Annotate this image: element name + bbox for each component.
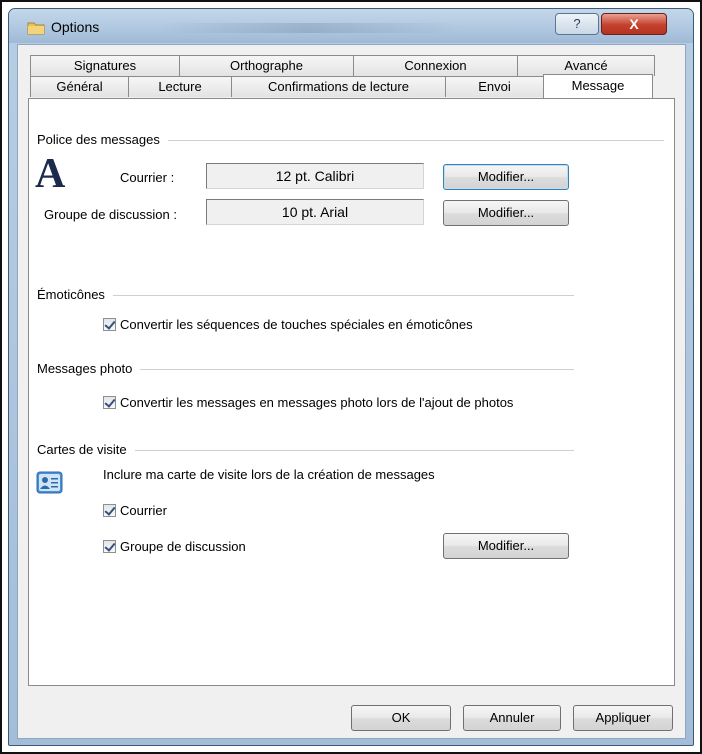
business-card-icon bbox=[36, 471, 63, 494]
tab-lecture[interactable]: Lecture bbox=[128, 76, 232, 97]
title-bar-glass bbox=[159, 23, 459, 33]
message-tab-panel: Police des messages A Courrier : 12 pt. … bbox=[28, 98, 675, 686]
vcard-description: Inclure ma carte de visite lors de la cr… bbox=[103, 467, 435, 482]
tab-connexion[interactable]: Connexion bbox=[353, 55, 518, 76]
modify-mail-font-label: Modifier... bbox=[477, 169, 535, 184]
modify-news-font-button[interactable]: Modifier... bbox=[443, 200, 569, 226]
photo-group-title: Messages photo bbox=[37, 361, 141, 376]
title-bar[interactable]: Options ? X bbox=[9, 9, 693, 43]
font-icon: A bbox=[35, 151, 66, 197]
cancel-label: Annuler bbox=[489, 710, 535, 725]
dialog-client-area: Signatures Orthographe Connexion Avancé … bbox=[17, 44, 686, 739]
modify-news-font-label: Modifier... bbox=[477, 205, 535, 220]
modify-vcard-button[interactable]: Modifier... bbox=[443, 533, 569, 559]
options-dialog: Options ? X Signatures Orthographe Conne… bbox=[8, 8, 694, 746]
mail-font-label: Courrier : bbox=[120, 170, 175, 185]
folder-icon bbox=[27, 22, 45, 35]
vcard-mail-checkbox[interactable] bbox=[103, 504, 116, 517]
vcard-mail-label[interactable]: Courrier bbox=[120, 503, 167, 518]
tab-signatures[interactable]: Signatures bbox=[30, 55, 180, 76]
photo-checkbox[interactable] bbox=[103, 396, 116, 409]
vcard-news-label[interactable]: Groupe de discussion bbox=[120, 539, 246, 554]
mail-font-display: 12 pt. Calibri bbox=[206, 163, 424, 189]
ok-button[interactable]: OK bbox=[351, 705, 451, 731]
news-font-display: 10 pt. Arial bbox=[206, 199, 424, 225]
vcard-news-checkbox[interactable] bbox=[103, 540, 116, 553]
apply-label: Appliquer bbox=[595, 710, 651, 725]
modify-mail-font-button[interactable]: Modifier... bbox=[443, 164, 569, 190]
fonts-group-title: Police des messages bbox=[37, 132, 168, 147]
ok-label: OK bbox=[391, 710, 411, 725]
news-font-label: Groupe de discussion : bbox=[44, 207, 177, 222]
emoticons-option-label[interactable]: Convertir les séquences de touches spéci… bbox=[120, 317, 473, 332]
tab-general[interactable]: Général bbox=[30, 76, 129, 97]
vcard-group-title: Cartes de visite bbox=[37, 442, 135, 457]
apply-button[interactable]: Appliquer bbox=[573, 705, 673, 731]
modify-vcard-label: Modifier... bbox=[477, 538, 535, 553]
tab-message[interactable]: Message bbox=[543, 74, 653, 98]
emoticons-group-title: Émoticônes bbox=[37, 287, 113, 302]
tab-orthographe[interactable]: Orthographe bbox=[179, 55, 354, 76]
window-title: Options bbox=[51, 19, 100, 35]
photo-option-label[interactable]: Convertir les messages en messages photo… bbox=[120, 395, 513, 410]
tab-confirmations-de-lecture[interactable]: Confirmations de lecture bbox=[231, 76, 446, 97]
cancel-button[interactable]: Annuler bbox=[463, 705, 561, 731]
close-icon: X bbox=[629, 16, 639, 32]
help-icon: ? bbox=[573, 16, 581, 31]
tab-avance[interactable]: Avancé bbox=[517, 55, 655, 76]
close-button[interactable]: X bbox=[601, 13, 667, 35]
emoticons-group-line bbox=[39, 295, 574, 296]
tab-envoi[interactable]: Envoi bbox=[445, 76, 544, 97]
emoticons-checkbox[interactable] bbox=[103, 318, 116, 331]
help-button[interactable]: ? bbox=[555, 13, 599, 35]
screenshot-frame: Options ? X Signatures Orthographe Conne… bbox=[0, 0, 702, 754]
